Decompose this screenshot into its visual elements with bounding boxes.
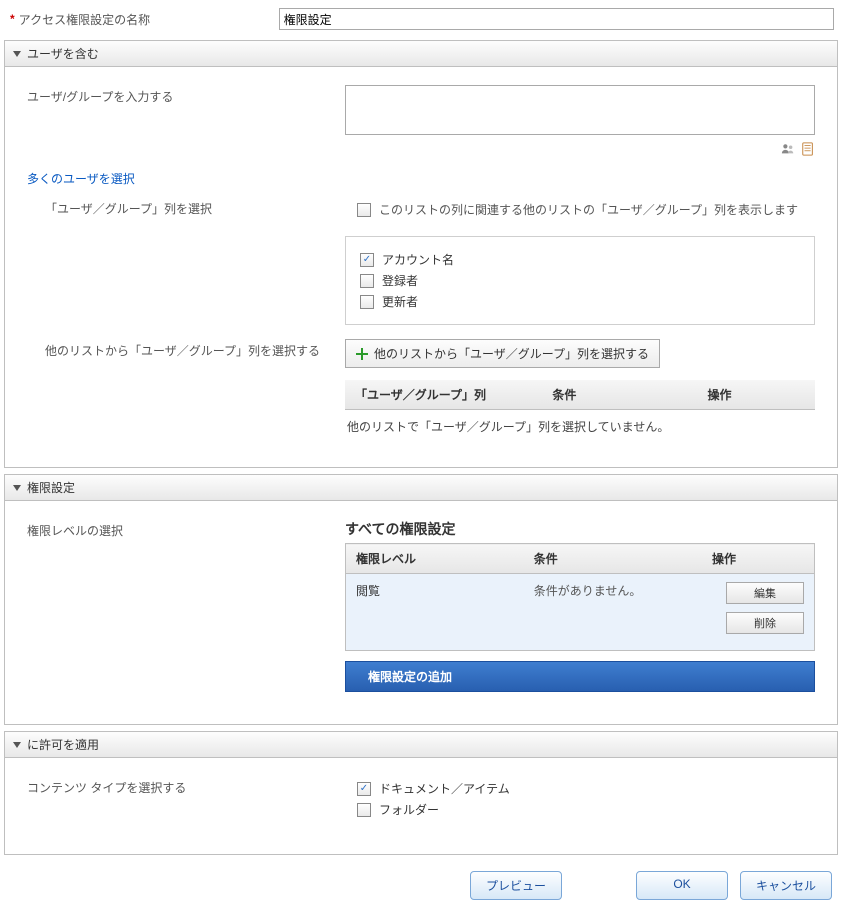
panel-apply-title: に許可を適用 <box>27 736 99 753</box>
cancel-button[interactable]: キャンセル <box>740 871 832 900</box>
name-label: アクセス権限設定の名称 <box>19 11 279 28</box>
name-row: * アクセス権限設定の名称 <box>4 4 838 40</box>
users-input-label: ユーザ/グループを入力する <box>27 85 345 156</box>
other-list-button-label: 他のリストから「ユーザ／グループ」列を選択する <box>374 345 649 362</box>
other-list-button[interactable]: 他のリストから「ユーザ／グループ」列を選択する <box>345 339 660 368</box>
people-icon[interactable] <box>781 142 795 156</box>
panel-users-title: ユーザを含む <box>27 45 99 62</box>
other-list-label: 他のリストから「ユーザ／グループ」列を選択する <box>27 339 345 435</box>
perm-col-3: 操作 <box>702 544 815 574</box>
panel-apply: に許可を適用 コンテンツ タイプを選択する ✓ ドキュメント／アイテム フォルダ… <box>4 731 838 855</box>
user-columns-box: ✓ アカウント名 登録者 更新者 <box>345 236 815 325</box>
registrar-label: 登録者 <box>382 272 418 289</box>
chevron-down-icon <box>13 742 21 748</box>
panel-users: ユーザを含む ユーザ/グループを入力する <box>4 40 838 468</box>
users-textarea[interactable] <box>345 85 815 135</box>
account-checkbox[interactable]: ✓ <box>360 253 374 267</box>
address-book-icon[interactable] <box>801 142 815 156</box>
name-input[interactable] <box>279 8 834 30</box>
account-label: アカウント名 <box>382 251 454 268</box>
perm-col-1: 権限レベル <box>346 544 524 574</box>
grid-empty-message: 他のリストで「ユーザ／グループ」列を選択していません。 <box>345 410 815 435</box>
chevron-down-icon <box>13 485 21 491</box>
chevron-down-icon <box>13 51 21 57</box>
footer: プレビュー OK キャンセル <box>4 861 838 906</box>
plus-icon <box>356 348 368 360</box>
all-perm-heading: すべての権限設定 <box>345 519 815 539</box>
add-perm-button[interactable]: 権限設定の追加 <box>345 661 815 692</box>
updater-checkbox[interactable] <box>360 295 374 309</box>
folder-label: フォルダー <box>379 801 439 818</box>
more-users-link[interactable]: 多くのユーザを選択 <box>27 172 135 186</box>
perm-level-cell: 閲覧 <box>346 574 524 651</box>
perm-row: 閲覧 条件がありません。 編集 削除 <box>346 574 815 651</box>
edit-button[interactable]: 編集 <box>726 582 804 604</box>
perm-col-2: 条件 <box>524 544 702 574</box>
perm-level-label: 権限レベルの選択 <box>27 519 345 692</box>
ok-button[interactable]: OK <box>636 871 728 900</box>
required-asterisk: * <box>10 12 15 26</box>
folder-checkbox[interactable] <box>357 803 371 817</box>
grid-col-2: 条件 <box>542 380 697 410</box>
user-columns-grid: 「ユーザ／グループ」列 条件 操作 <box>345 380 815 410</box>
panel-permissions-title: 権限設定 <box>27 479 75 496</box>
updater-label: 更新者 <box>382 293 418 310</box>
grid-col-1: 「ユーザ／グループ」列 <box>345 380 542 410</box>
perm-table: 権限レベル 条件 操作 閲覧 条件がありません。 編集 削除 <box>345 543 815 651</box>
panel-users-header[interactable]: ユーザを含む <box>5 41 837 67</box>
related-checkbox-label: このリストの列に関連する他のリストの「ユーザ／グループ」列を表示します <box>379 201 798 218</box>
related-checkbox[interactable] <box>357 203 371 217</box>
delete-button[interactable]: 削除 <box>726 612 804 634</box>
panel-permissions-header[interactable]: 権限設定 <box>5 475 837 501</box>
perm-cond-cell: 条件がありません。 <box>524 574 702 651</box>
content-type-label: コンテンツ タイプを選択する <box>27 776 357 822</box>
grid-col-3: 操作 <box>697 380 815 410</box>
doc-item-label: ドキュメント／アイテム <box>379 780 510 797</box>
panel-apply-header[interactable]: に許可を適用 <box>5 732 837 758</box>
panel-permissions: 権限設定 権限レベルの選択 すべての権限設定 権限レベル 条件 操作 閲覧 条件… <box>4 474 838 725</box>
preview-button[interactable]: プレビュー <box>470 871 562 900</box>
col-select-label: 「ユーザ／グループ」列を選択 <box>27 197 357 222</box>
doc-item-checkbox[interactable]: ✓ <box>357 782 371 796</box>
registrar-checkbox[interactable] <box>360 274 374 288</box>
